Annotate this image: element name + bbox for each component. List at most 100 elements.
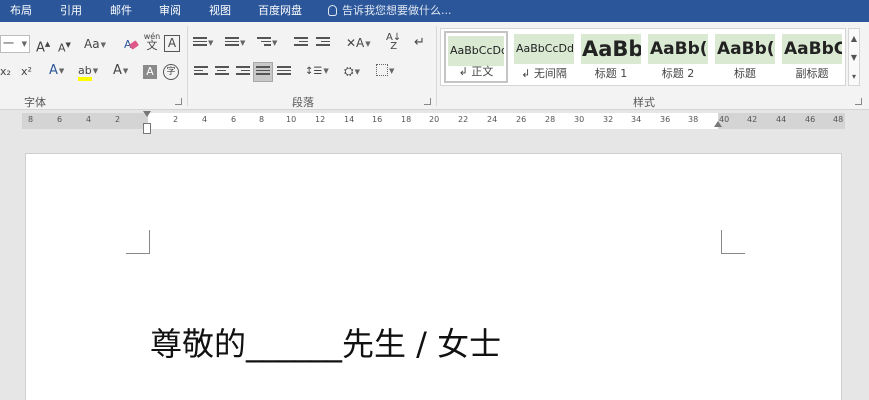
ruler-tick: 2: [115, 115, 121, 124]
style-subtitle[interactable]: AaBbC 副标题: [780, 31, 844, 83]
text-highlight-button[interactable]: ab▼: [78, 63, 98, 81]
paragraph-group-label: 段落: [292, 96, 314, 109]
chevron-down-icon: ▼: [21, 40, 27, 48]
font-group-label: 字体: [24, 96, 46, 109]
tab-references[interactable]: 引用: [60, 0, 82, 22]
style-no-spacing[interactable]: AaBbCcDd ↲ 无间隔: [512, 31, 576, 83]
text-effects-button[interactable]: A▼: [49, 63, 64, 79]
tell-me-search[interactable]: 告诉我您想要做什么...: [328, 0, 452, 22]
enclose-characters-button[interactable]: 字: [163, 64, 179, 80]
shading-button[interactable]: ⛭▼: [344, 63, 360, 80]
tell-me-text: 告诉我您想要做什么...: [342, 4, 452, 17]
asian-layout-button[interactable]: ✕A▼: [346, 35, 371, 52]
style-preview: AaBb(: [648, 34, 708, 64]
ruler-tick: 28: [545, 115, 556, 124]
superscript-button[interactable]: x²: [21, 64, 32, 80]
bullets-button[interactable]: ▼: [193, 35, 213, 51]
ruler-tick: 30: [574, 115, 585, 124]
style-heading-2[interactable]: AaBb( 标题 2: [646, 31, 710, 83]
align-right-button[interactable]: [236, 66, 250, 78]
margin-corner-mark: [721, 230, 745, 254]
first-line-indent-marker[interactable]: [143, 111, 151, 117]
ruler-tick: 32: [603, 115, 614, 124]
right-indent-marker[interactable]: [714, 121, 722, 127]
style-normal[interactable]: AaBbCcDd ↲ 正文: [444, 31, 508, 83]
line-spacing-button[interactable]: ↕☰▼: [305, 63, 329, 80]
margin-corner-mark: [126, 230, 150, 254]
show-formatting-marks-button[interactable]: ↵: [414, 35, 425, 51]
numbering-button[interactable]: ▼: [225, 35, 245, 51]
align-center-button[interactable]: [215, 66, 229, 78]
borders-icon: [376, 64, 388, 76]
line-spacing-icon: ↕☰: [305, 66, 323, 77]
justify-button[interactable]: [253, 62, 273, 82]
style-name: 标题 1: [594, 67, 628, 80]
font-size-box[interactable]: 一 ▼: [0, 35, 30, 53]
ruler-tick: 42: [747, 115, 758, 124]
eraser-icon: A: [124, 38, 139, 51]
tab-baidu-netdisk[interactable]: 百度网盘: [258, 0, 302, 22]
distributed-button[interactable]: [277, 66, 291, 78]
justify-icon: [256, 66, 270, 78]
character-shading-button[interactable]: A: [143, 65, 157, 79]
font-color-button[interactable]: A▼: [113, 63, 128, 79]
change-case-button[interactable]: Aa▼: [84, 36, 106, 53]
ruler-tick: 22: [458, 115, 469, 124]
style-preview: AaBb: [581, 34, 641, 64]
shrink-font-button[interactable]: A▼: [58, 37, 71, 57]
style-name: ↲ 正文: [458, 65, 494, 78]
style-title[interactable]: AaBb( 标题: [713, 31, 777, 83]
ruler-tick: 26: [516, 115, 527, 124]
font-dialog-launcher[interactable]: [175, 98, 182, 105]
multilevel-list-button[interactable]: ▼: [257, 35, 277, 51]
tab-review[interactable]: 审阅: [159, 0, 181, 22]
ruler-tick: 4: [202, 115, 208, 124]
styles-dialog-launcher[interactable]: [855, 98, 862, 105]
ruler-tick: 6: [57, 115, 63, 124]
phonetic-guide-button[interactable]: wén 文: [143, 32, 161, 51]
ruler-tick: 24: [487, 115, 498, 124]
ruler-tick: 4: [86, 115, 92, 124]
grow-font-button[interactable]: A▲: [36, 36, 50, 56]
paragraph-dialog-launcher[interactable]: [424, 98, 431, 105]
character-border-button[interactable]: A: [164, 35, 180, 52]
subscript-button[interactable]: x₂: [0, 64, 11, 80]
align-left-button[interactable]: [194, 66, 208, 78]
group-separator: [436, 26, 437, 106]
decrease-indent-button[interactable]: [294, 35, 308, 51]
ruler-tick: 44: [776, 115, 787, 124]
document-text-line[interactable]: 尊敬的______先生 / 女士: [150, 319, 501, 365]
ruler-tick: 38: [688, 115, 699, 124]
document-page[interactable]: 尊敬的______先生 / 女士: [25, 153, 842, 400]
styles-group-label: 样式: [633, 96, 655, 109]
ruler-tick: 20: [429, 115, 440, 124]
tab-view[interactable]: 视图: [209, 0, 231, 22]
style-preview: AaBbCcDd: [448, 36, 504, 66]
tab-layout[interactable]: 布局: [10, 0, 32, 22]
style-preview: AaBb(: [715, 34, 775, 64]
ruler-tick: 36: [660, 115, 671, 124]
font-size-value: 一: [3, 37, 14, 50]
ribbon: 一 ▼ A▲ A▼ Aa▼ A wén 文 A ▼ ▼ ▼ ✕A▼ A↓ Z ↵ x₂…: [0, 22, 869, 110]
tab-mailings[interactable]: 邮件: [110, 0, 132, 22]
style-name: 副标题: [795, 67, 829, 80]
style-name: ↲ 无间隔: [521, 67, 567, 80]
scroll-up-icon[interactable]: ▲: [849, 29, 859, 48]
ruler-tick: 8: [28, 115, 34, 124]
sort-button[interactable]: A↓ Z: [386, 33, 401, 52]
increase-indent-icon: [316, 37, 330, 49]
increase-indent-button[interactable]: [316, 35, 330, 51]
bullet-list-icon: [193, 37, 207, 49]
ruler-tick: 48: [833, 115, 844, 124]
styles-gallery-scroller[interactable]: ▲ ▼ ▾: [848, 28, 860, 86]
left-indent-marker[interactable]: [143, 123, 151, 134]
paragraph-mark-icon: ↵: [414, 35, 425, 50]
ruler-tick: 18: [401, 115, 412, 124]
scroll-down-icon[interactable]: ▼: [849, 48, 859, 67]
ruler-tick: 14: [344, 115, 355, 124]
borders-button[interactable]: ▼: [376, 63, 394, 79]
clear-formatting-button[interactable]: A: [123, 36, 139, 52]
ruler-tick: 34: [631, 115, 642, 124]
more-styles-icon[interactable]: ▾: [849, 67, 859, 86]
style-heading-1[interactable]: AaBb 标题 1: [579, 31, 643, 83]
